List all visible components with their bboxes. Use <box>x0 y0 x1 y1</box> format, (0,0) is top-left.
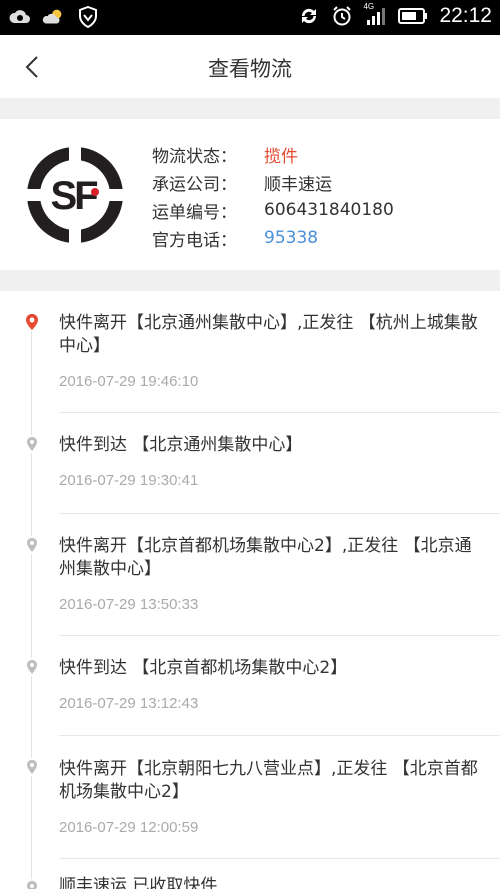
timeline-text: 快件到达 【北京通州集散中心】 <box>59 435 303 455</box>
tracking-number-row: 运单编号： 606431840180 <box>152 196 394 224</box>
alarm-icon <box>330 4 354 28</box>
timeline-line <box>31 321 32 889</box>
tracking-number-label: 运单编号： <box>152 202 237 223</box>
status-value: 揽件 <box>264 146 298 167</box>
location-pin-icon <box>24 658 40 676</box>
timeline-separator <box>59 412 500 413</box>
cloud-sync-icon <box>8 5 32 29</box>
timeline-separator <box>59 513 500 514</box>
timeline-text: 快件到达 【北京首都机场集散中心2】 <box>59 658 348 678</box>
timeline-text: 快件离开【北京朝阳七九八营业点】,正发往 【北京首都机场集散中心2】 <box>59 759 478 802</box>
svg-text:SF: SF <box>50 174 97 218</box>
phone-row: 官方电话： 95338 <box>152 224 394 252</box>
timeline-time: 2016-07-29 13:12:43 <box>59 695 199 712</box>
timeline-text: 快件离开【北京通州集散中心】,正发往 【杭州上城集散中心】 <box>59 313 478 356</box>
section-divider <box>0 98 500 119</box>
status-bar: 4G 22:12 <box>0 0 500 35</box>
timeline-separator <box>59 858 500 859</box>
sf-express-logo: SF <box>25 145 125 245</box>
shipment-details: 物流状态： 揽件 承运公司： 顺丰速运 运单编号： 606431840180 官… <box>152 140 394 252</box>
clock: 22:12 <box>439 4 492 27</box>
tracking-timeline: 快件离开【北京通州集散中心】,正发往 【杭州上城集散中心】 2016-07-29… <box>0 291 500 889</box>
app-header: 查看物流 <box>0 35 500 98</box>
phone-link[interactable]: 95338 <box>264 228 318 248</box>
weather-icon <box>42 5 66 29</box>
timeline-separator <box>59 735 500 736</box>
timeline-time: 2016-07-29 19:46:10 <box>59 373 199 390</box>
phone-label: 官方电话： <box>152 230 237 251</box>
location-pin-active-icon <box>24 313 40 331</box>
shipment-info-card: SF 物流状态： 揽件 承运公司： 顺丰速运 运单编号： 60643184018… <box>0 119 500 270</box>
battery-icon <box>398 4 428 28</box>
signal-icon: 4G <box>363 2 389 28</box>
timeline-text: 快件离开【北京首都机场集散中心2】,正发往 【北京通州集散中心】 <box>59 536 472 579</box>
sync-icon <box>297 4 321 28</box>
timeline-text: 顺丰速运 已收取快件 <box>59 876 218 889</box>
status-label: 物流状态： <box>152 146 237 167</box>
section-divider <box>0 270 500 291</box>
status-row: 物流状态： 揽件 <box>152 140 394 168</box>
timeline-time: 2016-07-29 19:30:41 <box>59 472 199 489</box>
location-pin-icon <box>24 758 40 776</box>
location-pin-icon <box>24 879 40 889</box>
carrier-label: 承运公司： <box>152 174 237 195</box>
location-pin-icon <box>24 536 40 554</box>
timeline-separator <box>59 635 500 636</box>
carrier-row: 承运公司： 顺丰速运 <box>152 168 394 196</box>
location-pin-icon <box>24 435 40 453</box>
page-title: 查看物流 <box>208 57 292 81</box>
carrier-value: 顺丰速运 <box>264 174 332 195</box>
timeline-time: 2016-07-29 13:50:33 <box>59 596 199 613</box>
timeline-time: 2016-07-29 12:00:59 <box>59 819 199 836</box>
tracking-number-value: 606431840180 <box>264 200 394 220</box>
shield-icon <box>76 5 100 29</box>
